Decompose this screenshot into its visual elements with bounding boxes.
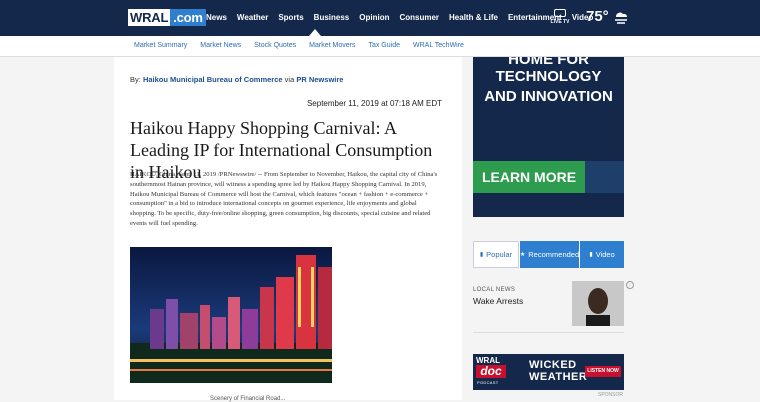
article-byline: By: Haikou Municipal Bureau of Commerce … <box>130 75 343 84</box>
ad-accent-block <box>585 161 624 193</box>
nav-business[interactable]: Business <box>314 13 350 22</box>
tab-recommended[interactable]: ★ Recommended <box>518 241 580 268</box>
nav-weather[interactable]: Weather <box>237 13 268 22</box>
top-navigation-bar: WRAL .com News Weather Sports Business O… <box>0 0 760 36</box>
listen-now-button[interactable]: LISTEN NOW <box>585 366 621 377</box>
temperature-readout[interactable]: 75° <box>586 8 609 25</box>
subnav-stock-quotes[interactable]: Stock Quotes <box>254 42 296 49</box>
wral-logo[interactable]: WRAL .com <box>128 9 206 26</box>
ad2-tagline: WICKED WEATHER <box>529 359 587 383</box>
bar-chart-icon: ▮ <box>479 252 484 258</box>
photo-caption: Scenery of Financial Road... <box>210 396 286 402</box>
cloud-wind-icon[interactable] <box>612 8 630 31</box>
subnav-tax-guide[interactable]: Tax Guide <box>368 42 400 49</box>
ad2-doc-logo: doc <box>476 365 506 378</box>
active-nav-caret-icon <box>309 29 321 36</box>
nav-health-life[interactable]: Health & Life <box>449 13 498 22</box>
tab-recommended-label: Recommended <box>528 250 580 259</box>
local-news-category: LOCAL NEWS <box>473 287 516 293</box>
article-body: HAIKOU, China, Sept. 11, 2019 /PRNewswir… <box>130 171 438 227</box>
logo-wral-text: WRAL <box>128 9 171 26</box>
main-nav: News Weather Sports Business Opinion Con… <box>206 13 603 22</box>
star-icon: ★ <box>519 252 526 258</box>
wicked-weather-podcast-ad[interactable]: WRAL doc PODCAST WICKED WEATHER LISTEN N… <box>473 354 624 390</box>
techwire-ad[interactable]: HOME FOR TECHNOLOGY AND INNOVATION LEARN… <box>473 57 624 217</box>
article-photo[interactable] <box>130 247 332 383</box>
local-news-thumbnail[interactable] <box>572 281 624 326</box>
bar-chart-icon: ▮ <box>589 252 593 258</box>
sidebar-divider <box>473 332 624 333</box>
subnav-market-movers[interactable]: Market Movers <box>309 42 355 49</box>
learn-more-button[interactable]: LEARN MORE <box>473 161 585 193</box>
subnav-market-news[interactable]: Market News <box>200 42 241 49</box>
tv-icon <box>554 9 566 17</box>
ad-line-2: TECHNOLOGY <box>495 68 602 85</box>
subnav-market-summary[interactable]: Market Summary <box>134 42 187 49</box>
tab-popular-label: Popular <box>486 250 513 259</box>
nav-news[interactable]: News <box>206 13 227 22</box>
local-news-title-link[interactable]: Wake Arrests <box>473 296 523 306</box>
live-tv-label: LIVE TV <box>550 19 570 25</box>
business-subnav: Market Summary Market News Stock Quotes … <box>134 42 477 49</box>
nav-opinion[interactable]: Opinion <box>359 13 389 22</box>
logo-com-text: .com <box>170 9 206 26</box>
sponsor-label: SPONSOR <box>598 392 624 398</box>
ad2-tagline-2: WEATHER <box>529 371 588 383</box>
info-icon[interactable]: i <box>626 281 634 289</box>
ad2-podcast-label: PODCAST <box>477 380 499 385</box>
sidebar-tabs: ▮ Popular ★ Recommended ▮ Video <box>473 241 624 268</box>
tab-video-label: Video <box>595 250 615 259</box>
tab-popular[interactable]: ▮ Popular <box>473 241 519 268</box>
tab-video[interactable]: ▮ Video <box>579 241 624 268</box>
byline-source-link[interactable]: Haikou Municipal Bureau of Commerce <box>143 75 283 84</box>
byline-by-label: By: <box>130 75 141 84</box>
nav-sports[interactable]: Sports <box>278 13 303 22</box>
subnav-wral-techwire[interactable]: WRAL TechWire <box>413 42 464 49</box>
nav-consumer[interactable]: Consumer <box>399 13 439 22</box>
ad-line-3: AND INNOVATION <box>484 88 613 105</box>
article-container: By: Haikou Municipal Bureau of Commerce … <box>114 57 462 402</box>
article-date: September 11, 2019 at 07:18 AM EDT <box>306 99 442 108</box>
byline-via-label: via <box>284 75 295 84</box>
live-tv-button[interactable]: LIVE TV <box>550 9 570 25</box>
ad2-tagline-1: WICKED <box>529 359 577 371</box>
business-subnav-bar: Market Summary Market News Stock Quotes … <box>0 36 760 57</box>
byline-wire-link[interactable]: PR Newswire <box>296 75 343 84</box>
